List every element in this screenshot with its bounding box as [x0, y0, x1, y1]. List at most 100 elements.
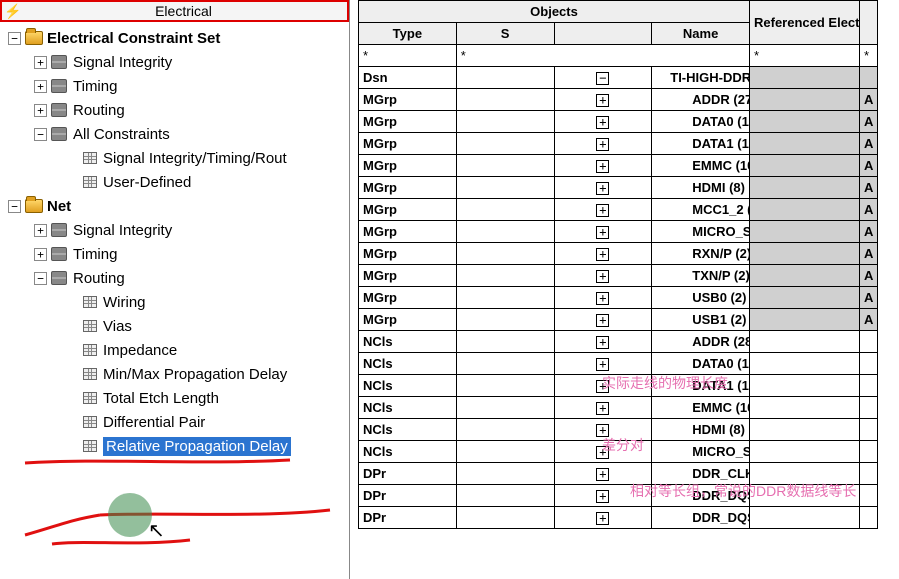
- cell-expand[interactable]: +: [554, 199, 652, 221]
- cell-expand[interactable]: +: [554, 353, 652, 375]
- cell-ref[interactable]: [750, 133, 860, 155]
- cell-expand[interactable]: +: [554, 155, 652, 177]
- cell-name[interactable]: RXN/P (2): [652, 243, 750, 265]
- tree-item-user-defined[interactable]: User-Defined: [2, 170, 347, 194]
- tree-item-minmax-prop[interactable]: Min/Max Propagation Delay: [2, 362, 347, 386]
- cell-ref[interactable]: [750, 419, 860, 441]
- cell-expand[interactable]: +: [554, 89, 652, 111]
- expand-icon[interactable]: +: [34, 104, 47, 117]
- tree-item-net-routing[interactable]: − Routing: [2, 266, 347, 290]
- table-row[interactable]: MGrp+MICRO_SD (6)A: [359, 221, 878, 243]
- expand-icon[interactable]: +: [34, 224, 47, 237]
- filter-name[interactable]: *: [456, 45, 749, 67]
- table-row[interactable]: DPr+DDR_DQS0/N0: [359, 485, 878, 507]
- cell-expand[interactable]: +: [554, 133, 652, 155]
- cell-expand[interactable]: +: [554, 375, 652, 397]
- table-row[interactable]: NCls+EMMC (10): [359, 397, 878, 419]
- filter-type[interactable]: *: [359, 45, 457, 67]
- table-row[interactable]: MGrp+DATA1 (11)A: [359, 133, 878, 155]
- tree-item-net[interactable]: − Net: [2, 194, 347, 218]
- cell-name[interactable]: MICRO_SD (6): [652, 221, 750, 243]
- expand-icon[interactable]: +: [34, 56, 47, 69]
- header-extra[interactable]: [860, 1, 878, 45]
- cell-ref[interactable]: [750, 375, 860, 397]
- cell-expand[interactable]: +: [554, 177, 652, 199]
- table-row[interactable]: NCls+DATA1 (11): [359, 375, 878, 397]
- cell-ref[interactable]: [750, 111, 860, 133]
- table-row[interactable]: NCls+MICRO_SD (6): [359, 441, 878, 463]
- cell-expand[interactable]: +: [554, 463, 652, 485]
- table-row[interactable]: MGrp+MCC1_2 (10)A: [359, 199, 878, 221]
- tree-item-diff-pair[interactable]: Differential Pair: [2, 410, 347, 434]
- table-row[interactable]: DPr+DDR_DQS1/N1: [359, 507, 878, 529]
- cell-ref[interactable]: [750, 67, 860, 89]
- cell-expand[interactable]: +: [554, 441, 652, 463]
- cell-name[interactable]: ADDR (27): [652, 89, 750, 111]
- table-row[interactable]: NCls+ADDR (28): [359, 331, 878, 353]
- filter-extra[interactable]: *: [860, 45, 878, 67]
- cell-expand[interactable]: +: [554, 331, 652, 353]
- expand-icon[interactable]: +: [34, 248, 47, 261]
- collapse-icon[interactable]: −: [8, 32, 21, 45]
- cell-name[interactable]: USB0 (2): [652, 287, 750, 309]
- cell-ref[interactable]: [750, 177, 860, 199]
- cell-name[interactable]: ADDR (28): [652, 331, 750, 353]
- table-row[interactable]: Dsn−TI-HIGH-DDR3-V1_1: [359, 67, 878, 89]
- table-row[interactable]: MGrp+ADDR (27)A: [359, 89, 878, 111]
- cell-expand[interactable]: +: [554, 243, 652, 265]
- cell-expand[interactable]: +: [554, 111, 652, 133]
- table-row[interactable]: MGrp+TXN/P (2)A: [359, 265, 878, 287]
- cell-ref[interactable]: [750, 221, 860, 243]
- cell-ref[interactable]: [750, 485, 860, 507]
- tree-item-wiring[interactable]: Wiring: [2, 290, 347, 314]
- cell-expand[interactable]: +: [554, 265, 652, 287]
- cell-ref[interactable]: [750, 287, 860, 309]
- tree-item-net-timing[interactable]: + Timing: [2, 242, 347, 266]
- header-type[interactable]: Type: [359, 23, 457, 45]
- table-row[interactable]: MGrp+USB1 (2)A: [359, 309, 878, 331]
- table-row[interactable]: NCls+HDMI (8): [359, 419, 878, 441]
- cell-ref[interactable]: [750, 265, 860, 287]
- cell-expand[interactable]: −: [554, 67, 652, 89]
- cell-name[interactable]: MICRO_SD (6): [652, 441, 750, 463]
- table-row[interactable]: MGrp+DATA0 (11)A: [359, 111, 878, 133]
- table-row[interactable]: MGrp+USB0 (2)A: [359, 287, 878, 309]
- collapse-icon[interactable]: −: [34, 128, 47, 141]
- cell-name[interactable]: HDMI (8): [652, 419, 750, 441]
- cell-name[interactable]: HDMI (8): [652, 177, 750, 199]
- constraints-table[interactable]: Objects Referenced Electrical CSet Type …: [358, 0, 878, 529]
- cell-ref[interactable]: [750, 199, 860, 221]
- cell-expand[interactable]: +: [554, 419, 652, 441]
- tree-item-impedance[interactable]: Impedance: [2, 338, 347, 362]
- cell-ref[interactable]: [750, 397, 860, 419]
- cell-name[interactable]: DATA1 (11): [652, 133, 750, 155]
- cell-name[interactable]: DDR_DQS0/N0: [652, 485, 750, 507]
- cell-ref[interactable]: [750, 353, 860, 375]
- collapse-icon[interactable]: −: [34, 272, 47, 285]
- table-row[interactable]: MGrp+RXN/P (2)A: [359, 243, 878, 265]
- table-row[interactable]: MGrp+EMMC (10)A: [359, 155, 878, 177]
- cell-ref[interactable]: [750, 441, 860, 463]
- collapse-icon[interactable]: −: [8, 200, 21, 213]
- tree-item-si[interactable]: + Signal Integrity: [2, 50, 347, 74]
- tree-item-total-etch[interactable]: Total Etch Length: [2, 386, 347, 410]
- tree-item-sitr[interactable]: Signal Integrity/Timing/Rout: [2, 146, 347, 170]
- cell-ref[interactable]: [750, 309, 860, 331]
- cell-expand[interactable]: +: [554, 507, 652, 529]
- cell-name[interactable]: TXN/P (2): [652, 265, 750, 287]
- cell-expand[interactable]: +: [554, 397, 652, 419]
- cell-name[interactable]: EMMC (10): [652, 397, 750, 419]
- cell-name[interactable]: USB1 (2): [652, 309, 750, 331]
- expand-icon[interactable]: +: [34, 80, 47, 93]
- table-row[interactable]: MGrp+HDMI (8)A: [359, 177, 878, 199]
- cell-name[interactable]: DDR_DQS1/N1: [652, 507, 750, 529]
- header-s[interactable]: S: [456, 23, 554, 45]
- cell-expand[interactable]: +: [554, 287, 652, 309]
- header-name[interactable]: Name: [652, 23, 750, 45]
- table-row[interactable]: NCls+DATA0 (11): [359, 353, 878, 375]
- cell-ref[interactable]: [750, 155, 860, 177]
- cell-name[interactable]: MCC1_2 (10): [652, 199, 750, 221]
- cell-name[interactable]: TI-HIGH-DDR3-V1_1: [652, 67, 750, 89]
- cell-expand[interactable]: +: [554, 485, 652, 507]
- header-ref-cset[interactable]: Referenced Electrical CSet: [750, 1, 860, 45]
